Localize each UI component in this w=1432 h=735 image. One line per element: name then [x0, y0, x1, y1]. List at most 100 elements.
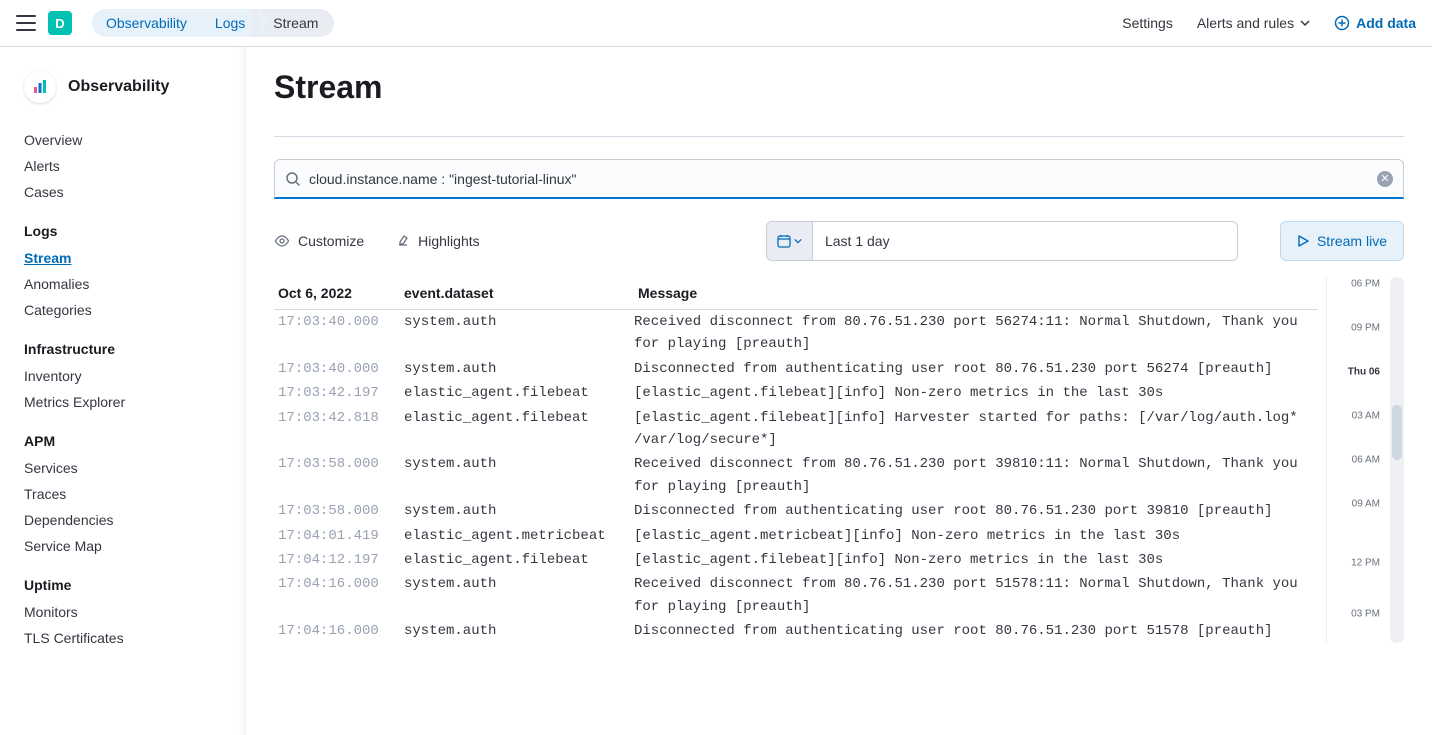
sidebar-header[interactable]: Observability	[0, 67, 245, 123]
log-header-date: Oct 6, 2022	[278, 285, 404, 301]
query-bar[interactable]: ✕	[274, 159, 1404, 199]
log-cell-time: 17:04:12.197	[278, 549, 404, 571]
log-cell-time: 17:04:16.000	[278, 620, 404, 642]
log-cell-message: [elastic_agent.filebeat][info] Harvester…	[634, 407, 1314, 452]
toolbar: Customize Highlights Last 1 day	[274, 221, 1404, 261]
ruler-tick: 12 PM	[1351, 557, 1380, 568]
log-cell-message: Received disconnect from 80.76.51.230 po…	[634, 453, 1314, 498]
sidebar-section-apm: APM	[0, 415, 245, 455]
log-rows[interactable]: 17:03:40.000system.authReceived disconne…	[274, 310, 1318, 643]
customize-label: Customize	[298, 233, 364, 249]
add-data-label: Add data	[1356, 15, 1416, 31]
time-range-selector[interactable]: Last 1 day	[766, 221, 1238, 261]
log-row[interactable]: 17:03:42.197elastic_agent.filebeat[elast…	[274, 381, 1318, 405]
log-row[interactable]: 17:03:42.818elastic_agent.filebeat[elast…	[274, 406, 1318, 453]
log-area: Oct 6, 2022 event.dataset Message 17:03:…	[274, 277, 1404, 643]
highlights-label: Highlights	[418, 233, 479, 249]
chevron-down-icon	[1300, 18, 1310, 28]
log-cell-time: 17:04:16.000	[278, 573, 404, 618]
play-icon	[1297, 235, 1309, 247]
sidebar-item-dependencies[interactable]: Dependencies	[0, 507, 245, 533]
topbar-left: D ObservabilityLogsStream	[16, 9, 334, 37]
ruler-tick: 09 PM	[1351, 323, 1380, 334]
log-cell-dataset: elastic_agent.filebeat	[404, 382, 634, 404]
log-row[interactable]: 17:04:01.419elastic_agent.metricbeat[ela…	[274, 524, 1318, 548]
log-cell-time: 17:03:42.197	[278, 382, 404, 404]
sidebar-item-overview[interactable]: Overview	[0, 127, 245, 153]
sidebar-item-stream[interactable]: Stream	[0, 245, 245, 271]
log-cell-message: [elastic_agent.filebeat][info] Non-zero …	[634, 382, 1314, 404]
log-cell-message: Disconnected from authenticating user ro…	[634, 358, 1314, 380]
sidebar-item-metrics-explorer[interactable]: Metrics Explorer	[0, 389, 245, 415]
sidebar-section-infrastructure: Infrastructure	[0, 323, 245, 363]
log-row[interactable]: 17:04:16.000system.authDisconnected from…	[274, 619, 1318, 643]
eye-icon	[274, 235, 290, 247]
log-cell-time: 17:03:58.000	[278, 453, 404, 498]
log-row[interactable]: 17:03:40.000system.authReceived disconne…	[274, 310, 1318, 357]
sidebar-section-uptime: Uptime	[0, 559, 245, 599]
log-cell-dataset: elastic_agent.metricbeat	[404, 525, 634, 547]
log-cell-dataset: system.auth	[404, 500, 634, 522]
log-row[interactable]: 17:03:58.000system.authReceived disconne…	[274, 452, 1318, 499]
search-input[interactable]	[309, 171, 1377, 187]
stream-live-button[interactable]: Stream live	[1280, 221, 1404, 261]
search-icon	[285, 171, 301, 187]
log-row[interactable]: 17:03:58.000system.authDisconnected from…	[274, 499, 1318, 523]
hamburger-menu-icon[interactable]	[16, 13, 36, 33]
topbar: D ObservabilityLogsStream Settings Alert…	[0, 0, 1432, 47]
sidebar-item-alerts[interactable]: Alerts	[0, 153, 245, 179]
log-cell-dataset: system.auth	[404, 573, 634, 618]
calendar-icon[interactable]	[767, 222, 813, 260]
customize-button[interactable]: Customize	[274, 233, 364, 249]
log-header-message: Message	[634, 285, 1314, 301]
sidebar-item-cases[interactable]: Cases	[0, 179, 245, 205]
settings-link[interactable]: Settings	[1122, 15, 1173, 31]
log-row[interactable]: 17:03:40.000system.authDisconnected from…	[274, 357, 1318, 381]
log-cell-time: 17:03:40.000	[278, 311, 404, 356]
log-cell-time: 17:03:40.000	[278, 358, 404, 380]
minimap-scrollbar[interactable]	[1390, 277, 1404, 643]
page-title: Stream	[274, 69, 1404, 106]
log-cell-dataset: system.auth	[404, 620, 634, 642]
sidebar-item-traces[interactable]: Traces	[0, 481, 245, 507]
log-row[interactable]: 17:04:12.197elastic_agent.filebeat[elast…	[274, 548, 1318, 572]
plus-in-circle-icon	[1334, 15, 1350, 31]
sidebar-item-inventory[interactable]: Inventory	[0, 363, 245, 389]
alerts-and-rules-link[interactable]: Alerts and rules	[1197, 15, 1310, 31]
log-cell-dataset: system.auth	[404, 311, 634, 356]
sidebar-section-logs: Logs	[0, 205, 245, 245]
breadcrumb-link[interactable]: Observability	[92, 9, 203, 37]
log-cell-message: Received disconnect from 80.76.51.230 po…	[634, 311, 1314, 356]
observability-logo-icon	[24, 71, 56, 103]
sidebar-title: Observability	[68, 78, 169, 96]
ruler-tick: 06 AM	[1352, 455, 1380, 466]
breadcrumb: ObservabilityLogsStream	[92, 9, 334, 37]
add-data-link[interactable]: Add data	[1334, 15, 1416, 31]
clear-icon[interactable]: ✕	[1377, 171, 1393, 187]
time-ruler[interactable]: 06 PM09 PMThu 0603 AM06 AM09 AM12 PM03 P…	[1326, 277, 1386, 643]
layout: Observability OverviewAlertsCases LogsSt…	[0, 47, 1432, 735]
log-cell-time: 17:04:01.419	[278, 525, 404, 547]
log-cell-message: Received disconnect from 80.76.51.230 po…	[634, 573, 1314, 618]
log-cell-dataset: system.auth	[404, 358, 634, 380]
log-row[interactable]: 17:04:16.000system.authReceived disconne…	[274, 572, 1318, 619]
log-table: Oct 6, 2022 event.dataset Message 17:03:…	[274, 277, 1318, 643]
log-cell-message: Disconnected from authenticating user ro…	[634, 500, 1314, 522]
log-cell-time: 17:03:42.818	[278, 407, 404, 452]
log-cell-message: [elastic_agent.filebeat][info] Non-zero …	[634, 549, 1314, 571]
sidebar-item-anomalies[interactable]: Anomalies	[0, 271, 245, 297]
sidebar-top-items: OverviewAlertsCases	[0, 123, 245, 205]
main-content: Stream ✕ Customize Highlights	[246, 47, 1432, 735]
log-cell-dataset: elastic_agent.filebeat	[404, 549, 634, 571]
sidebar-item-services[interactable]: Services	[0, 455, 245, 481]
sidebar-item-monitors[interactable]: Monitors	[0, 599, 245, 625]
topbar-right: Settings Alerts and rules Add data	[1122, 15, 1416, 31]
sidebar-item-categories[interactable]: Categories	[0, 297, 245, 323]
space-logo[interactable]: D	[48, 11, 72, 35]
sidebar-item-tls-certificates[interactable]: TLS Certificates	[0, 625, 245, 651]
log-header: Oct 6, 2022 event.dataset Message	[274, 277, 1318, 310]
highlights-button[interactable]: Highlights	[396, 233, 479, 249]
log-cell-time: 17:03:58.000	[278, 500, 404, 522]
sidebar-item-service-map[interactable]: Service Map	[0, 533, 245, 559]
log-cell-message: [elastic_agent.metricbeat][info] Non-zer…	[634, 525, 1314, 547]
